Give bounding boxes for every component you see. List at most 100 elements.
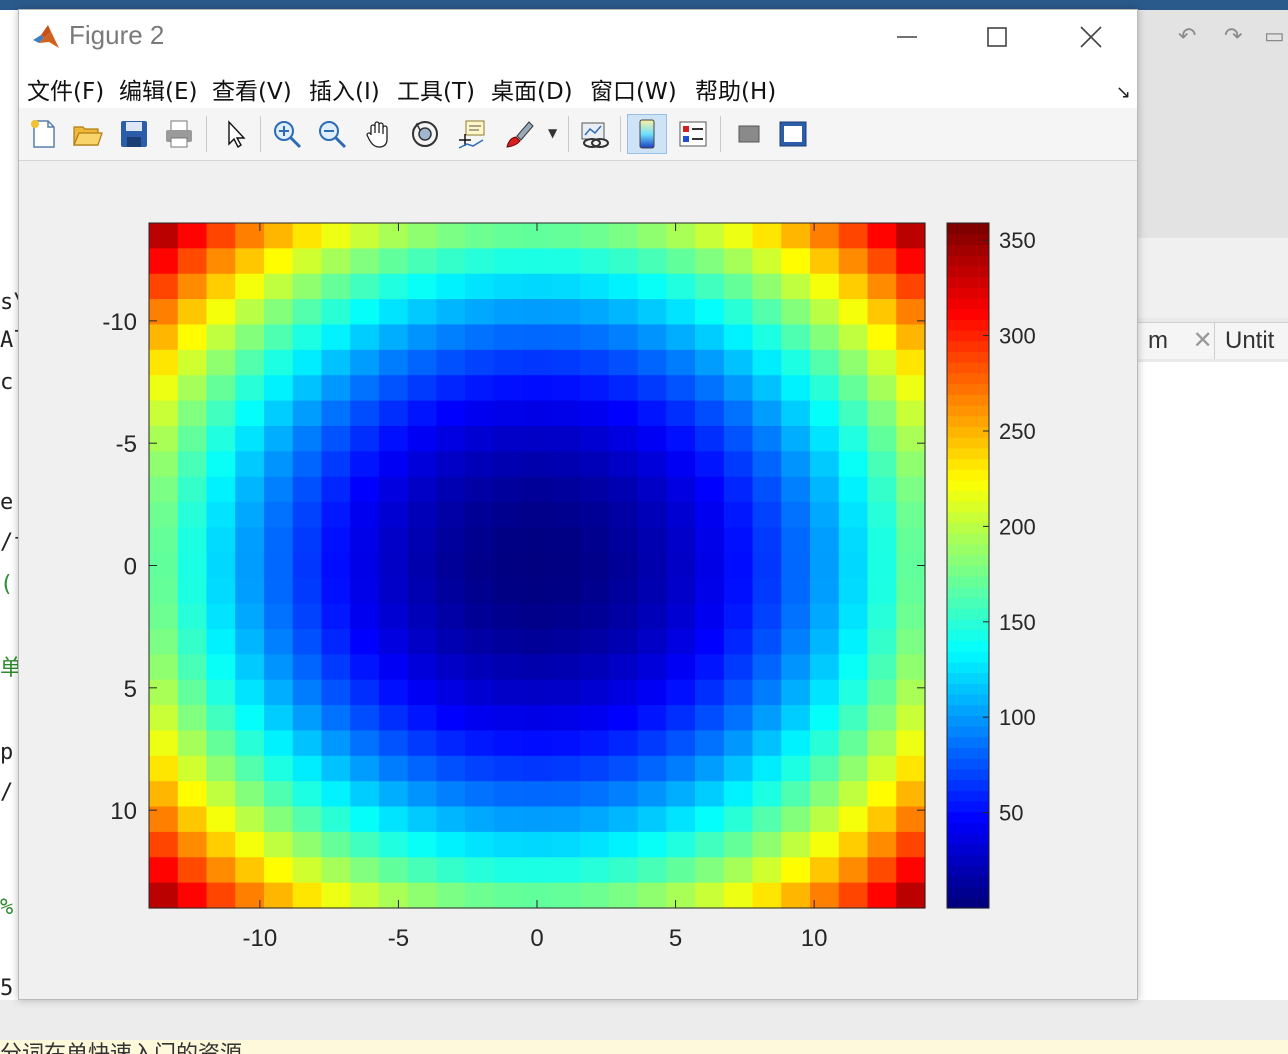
heatmap-cell: [781, 248, 811, 275]
heatmap-cell: [551, 806, 581, 833]
heatmap-cell: [465, 755, 495, 782]
minimize-button[interactable]: [862, 10, 952, 64]
open-file-button[interactable]: [67, 114, 107, 154]
link-plot-button[interactable]: [574, 114, 614, 154]
close-icon[interactable]: ✕: [1193, 327, 1213, 354]
heatmap-cell: [752, 349, 782, 376]
heatmap-cell: [810, 679, 840, 706]
heatmap-cell: [666, 705, 696, 732]
colorbar-segment: [947, 704, 989, 716]
heatmap-cell: [493, 755, 524, 782]
heatmap-cell: [292, 679, 323, 706]
editor-fragment: (: [0, 572, 14, 597]
heatmap-cell: [149, 831, 179, 858]
heatmap-cell: [206, 705, 236, 732]
colorbar-segment: [947, 800, 989, 813]
pan-button[interactable]: [359, 114, 399, 154]
heatmap-cell: [407, 552, 438, 579]
hide-plot-tools-button[interactable]: [729, 114, 769, 154]
heatmap-cell: [407, 375, 438, 402]
rotate-3d-button[interactable]: [405, 114, 445, 154]
heatmap-cell: [551, 552, 581, 579]
colorbar-segment: [947, 576, 989, 588]
new-figure-button[interactable]: [23, 114, 63, 154]
heatmap-cell: [896, 502, 926, 529]
menu-insert[interactable]: 插入(I): [309, 72, 380, 106]
heatmap-cell: [235, 451, 265, 478]
heatmap-cell: [810, 324, 840, 351]
heatmap-cell: [321, 831, 351, 858]
heatmap-cell: [551, 578, 581, 605]
heatmap-cell: [378, 730, 409, 757]
heatmap-cell: [838, 831, 869, 858]
brush-button[interactable]: [499, 114, 539, 154]
undo-icon[interactable]: ↶: [1178, 24, 1196, 49]
colorbar-segment: [947, 383, 989, 395]
heatmap-cell: [896, 273, 926, 300]
window-icon[interactable]: ▭: [1264, 24, 1285, 49]
save-button[interactable]: [114, 114, 154, 154]
heatmap-cell: [608, 425, 639, 452]
insert-legend-button[interactable]: [673, 114, 713, 154]
heatmap-cell: [407, 299, 438, 326]
heatmap-cell: [896, 527, 926, 554]
data-cursor-button[interactable]: [451, 114, 491, 154]
heatmap-cell: [867, 324, 897, 351]
heatmap-cell: [608, 349, 639, 376]
maximize-button[interactable]: [952, 10, 1042, 64]
menu-view[interactable]: 查看(V): [212, 72, 292, 106]
heatmap-cell: [206, 248, 236, 275]
window-title: Figure 2: [69, 20, 165, 50]
menu-desktop[interactable]: 桌面(D): [491, 72, 573, 106]
heatmap-cell: [580, 451, 610, 478]
close-button[interactable]: [1046, 10, 1136, 64]
redo-icon[interactable]: ↷: [1224, 24, 1242, 49]
show-plot-tools-button[interactable]: [773, 114, 813, 154]
editor-fragment: e: [0, 490, 14, 515]
menu-window[interactable]: 窗口(W): [590, 72, 677, 106]
heatmap-cell: [896, 349, 926, 376]
heatmap-cell: [263, 705, 294, 732]
zoom-in-button[interactable]: [267, 114, 307, 154]
status-bar: 分词在单快速入门的资源: [0, 1040, 1288, 1054]
heatmap-cell: [522, 679, 552, 706]
heatmap-cell: [637, 857, 667, 884]
heatmap-plot[interactable]: -10 -5 0 5 10 -10 -5 0 5 10 50 100 150 200 250 300 350: [19, 161, 1137, 999]
heatmap-cell: [493, 882, 524, 909]
colorbar[interactable]: 50 100 150 200 250 300 350: [946, 222, 1036, 909]
heatmap-cell: [637, 324, 667, 351]
menu-help[interactable]: 帮助(H): [695, 72, 776, 106]
colorbar-segment: [947, 362, 989, 374]
heatmap-cell: [407, 628, 438, 655]
heatmap-cell: [781, 806, 811, 833]
heatmap-cell: [580, 375, 610, 402]
edit-plot-button[interactable]: [215, 114, 255, 154]
heatmap-cell: [580, 324, 610, 351]
heatmap-cell: [177, 552, 208, 579]
heatmap-cell: [493, 299, 524, 326]
zoom-out-button[interactable]: [312, 114, 352, 154]
heatmap-cell: [263, 603, 294, 630]
heatmap-cell: [522, 806, 552, 833]
editor-tab[interactable]: Untit: [1214, 322, 1288, 359]
heatmap-cell: [465, 349, 495, 376]
figure-canvas[interactable]: -10 -5 0 5 10 -10 -5 0 5 10 50 100 150 200 250 300 350: [19, 161, 1137, 999]
heatmap-cell: [666, 527, 696, 554]
chevron-down-icon[interactable]: ▼: [548, 126, 557, 140]
heatmap-cell: [292, 603, 323, 630]
dock-figure-icon[interactable]: ↘: [1116, 82, 1131, 103]
insert-colorbar-button[interactable]: [627, 114, 667, 154]
title-bar[interactable]: Figure 2: [19, 10, 1137, 64]
print-button[interactable]: [159, 114, 199, 154]
heatmap-cell: [292, 223, 323, 249]
menu-edit[interactable]: 编辑(E): [119, 72, 197, 106]
heatmap-cell: [810, 603, 840, 630]
heatmap-cell: [695, 527, 725, 554]
menu-file[interactable]: 文件(F): [27, 72, 104, 106]
heatmap-cell: [350, 451, 380, 478]
colorbar-tick-label: 350: [999, 228, 1036, 253]
heatmap-cell: [149, 400, 179, 427]
heatmap-cell: [838, 527, 869, 554]
editor-fragment: c: [0, 370, 14, 395]
menu-tools[interactable]: 工具(T): [397, 72, 475, 106]
